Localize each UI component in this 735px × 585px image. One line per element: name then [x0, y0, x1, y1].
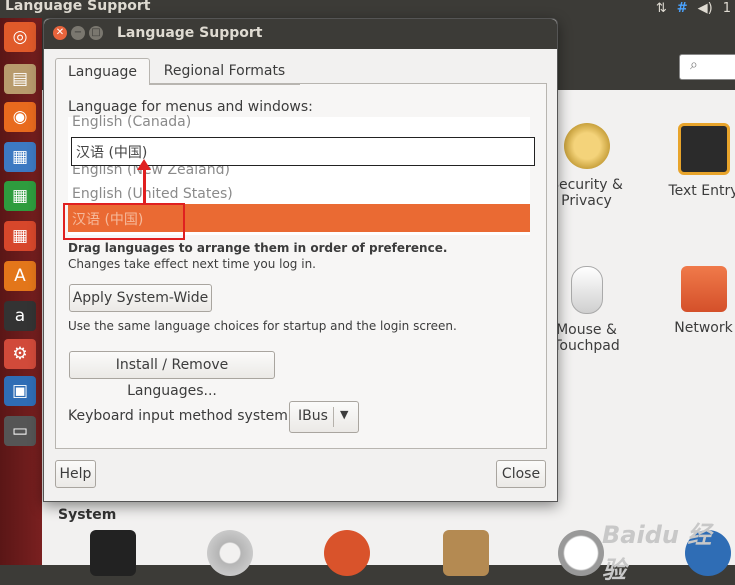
tab-language[interactable]: Language — [55, 58, 150, 85]
system-settings-icon[interactable]: ⚙ — [4, 339, 36, 369]
list-item[interactable]: English (Canada) — [72, 114, 191, 130]
firefox-icon[interactable]: ◉ — [4, 102, 36, 132]
minimize-window-icon[interactable]: − — [71, 26, 85, 40]
launcher: ◎ ▤ ◉ ▦ ▦ ▦ Aa ⚙ ▣ ▭ — [0, 18, 42, 565]
install-remove-languages-button[interactable]: Install / Remove Languages... — [69, 351, 275, 399]
backups-icon[interactable] — [90, 530, 136, 576]
section-system-label: System — [58, 507, 117, 523]
top-panel: Language Support ⇅ # ◀) 1 — [0, 0, 735, 18]
language-list-heading: Language for menus and windows: — [68, 99, 313, 115]
close-button[interactable]: Close — [496, 460, 546, 488]
top-panel-title: Language Support — [5, 0, 151, 14]
search-icon: ⌕ — [690, 57, 698, 73]
writer-icon[interactable]: ▦ — [4, 142, 36, 172]
restart-hint: Changes take effect next time you log in… — [68, 257, 316, 271]
dialog-title: Language Support — [117, 25, 263, 41]
system-tray: ⇅ # ◀) 1 — [656, 0, 735, 18]
tab-regional-formats[interactable]: Regional Formats — [149, 58, 300, 85]
drive-icon[interactable]: ▭ — [4, 416, 36, 446]
impress-icon[interactable]: ▦ — [4, 221, 36, 251]
volume-indicator-icon[interactable]: ◀) — [698, 1, 713, 17]
apply-hint: Use the same language choices for startu… — [68, 319, 457, 333]
list-item[interactable]: English (United States) — [72, 186, 233, 202]
landscape-icon[interactable] — [324, 530, 370, 576]
annotation-arrow-up-icon — [137, 159, 151, 170]
security-icon — [563, 123, 610, 169]
watermark: Baidu 经验 — [602, 521, 712, 584]
language-support-dialog: ✕ − □ Language Support Language Regional… — [43, 18, 558, 502]
category-network[interactable]: Network — [656, 266, 735, 336]
drag-hint: Drag languages to arrange them in order … — [68, 241, 448, 255]
close-window-icon[interactable]: ✕ — [53, 26, 67, 40]
keyboard-input-method-select[interactable]: IBus ▼ — [289, 401, 359, 433]
annotation-arrow-line — [143, 167, 146, 203]
maximize-window-icon[interactable]: □ — [89, 26, 103, 40]
category-text-entry[interactable]: Text Entry — [656, 123, 735, 199]
help-button[interactable]: Help — [55, 460, 96, 488]
software-center-icon[interactable]: A — [4, 261, 36, 291]
network-indicator-icon[interactable]: ⇅ — [656, 1, 667, 17]
apply-system-wide-button[interactable]: Apply System-Wide — [69, 284, 212, 312]
language-support-icon[interactable]: ▣ — [4, 376, 36, 406]
settings-search-field[interactable]: ⌕ — [679, 54, 735, 80]
files-icon[interactable]: ▤ — [4, 64, 36, 94]
software-updates-icon[interactable] — [443, 530, 489, 576]
text-entry-icon — [677, 123, 730, 175]
calc-icon[interactable]: ▦ — [4, 181, 36, 211]
network-icon — [680, 266, 727, 312]
chevron-down-icon: ▼ — [340, 408, 349, 421]
details-gear-icon[interactable] — [207, 530, 253, 576]
dialog-titlebar[interactable]: ✕ − □ Language Support — [44, 19, 557, 49]
keyboard-input-label: Keyboard input method system: — [68, 408, 293, 424]
time-date-icon[interactable] — [558, 530, 604, 576]
ubuntu-dash-icon[interactable]: ◎ — [4, 22, 36, 52]
amazon-icon[interactable]: a — [4, 301, 36, 331]
annotation-highlight-box — [63, 203, 185, 240]
mouse-icon — [570, 266, 603, 314]
clock-indicator[interactable]: 1 — [723, 1, 731, 17]
input-method-indicator-icon[interactable]: # — [677, 1, 688, 17]
